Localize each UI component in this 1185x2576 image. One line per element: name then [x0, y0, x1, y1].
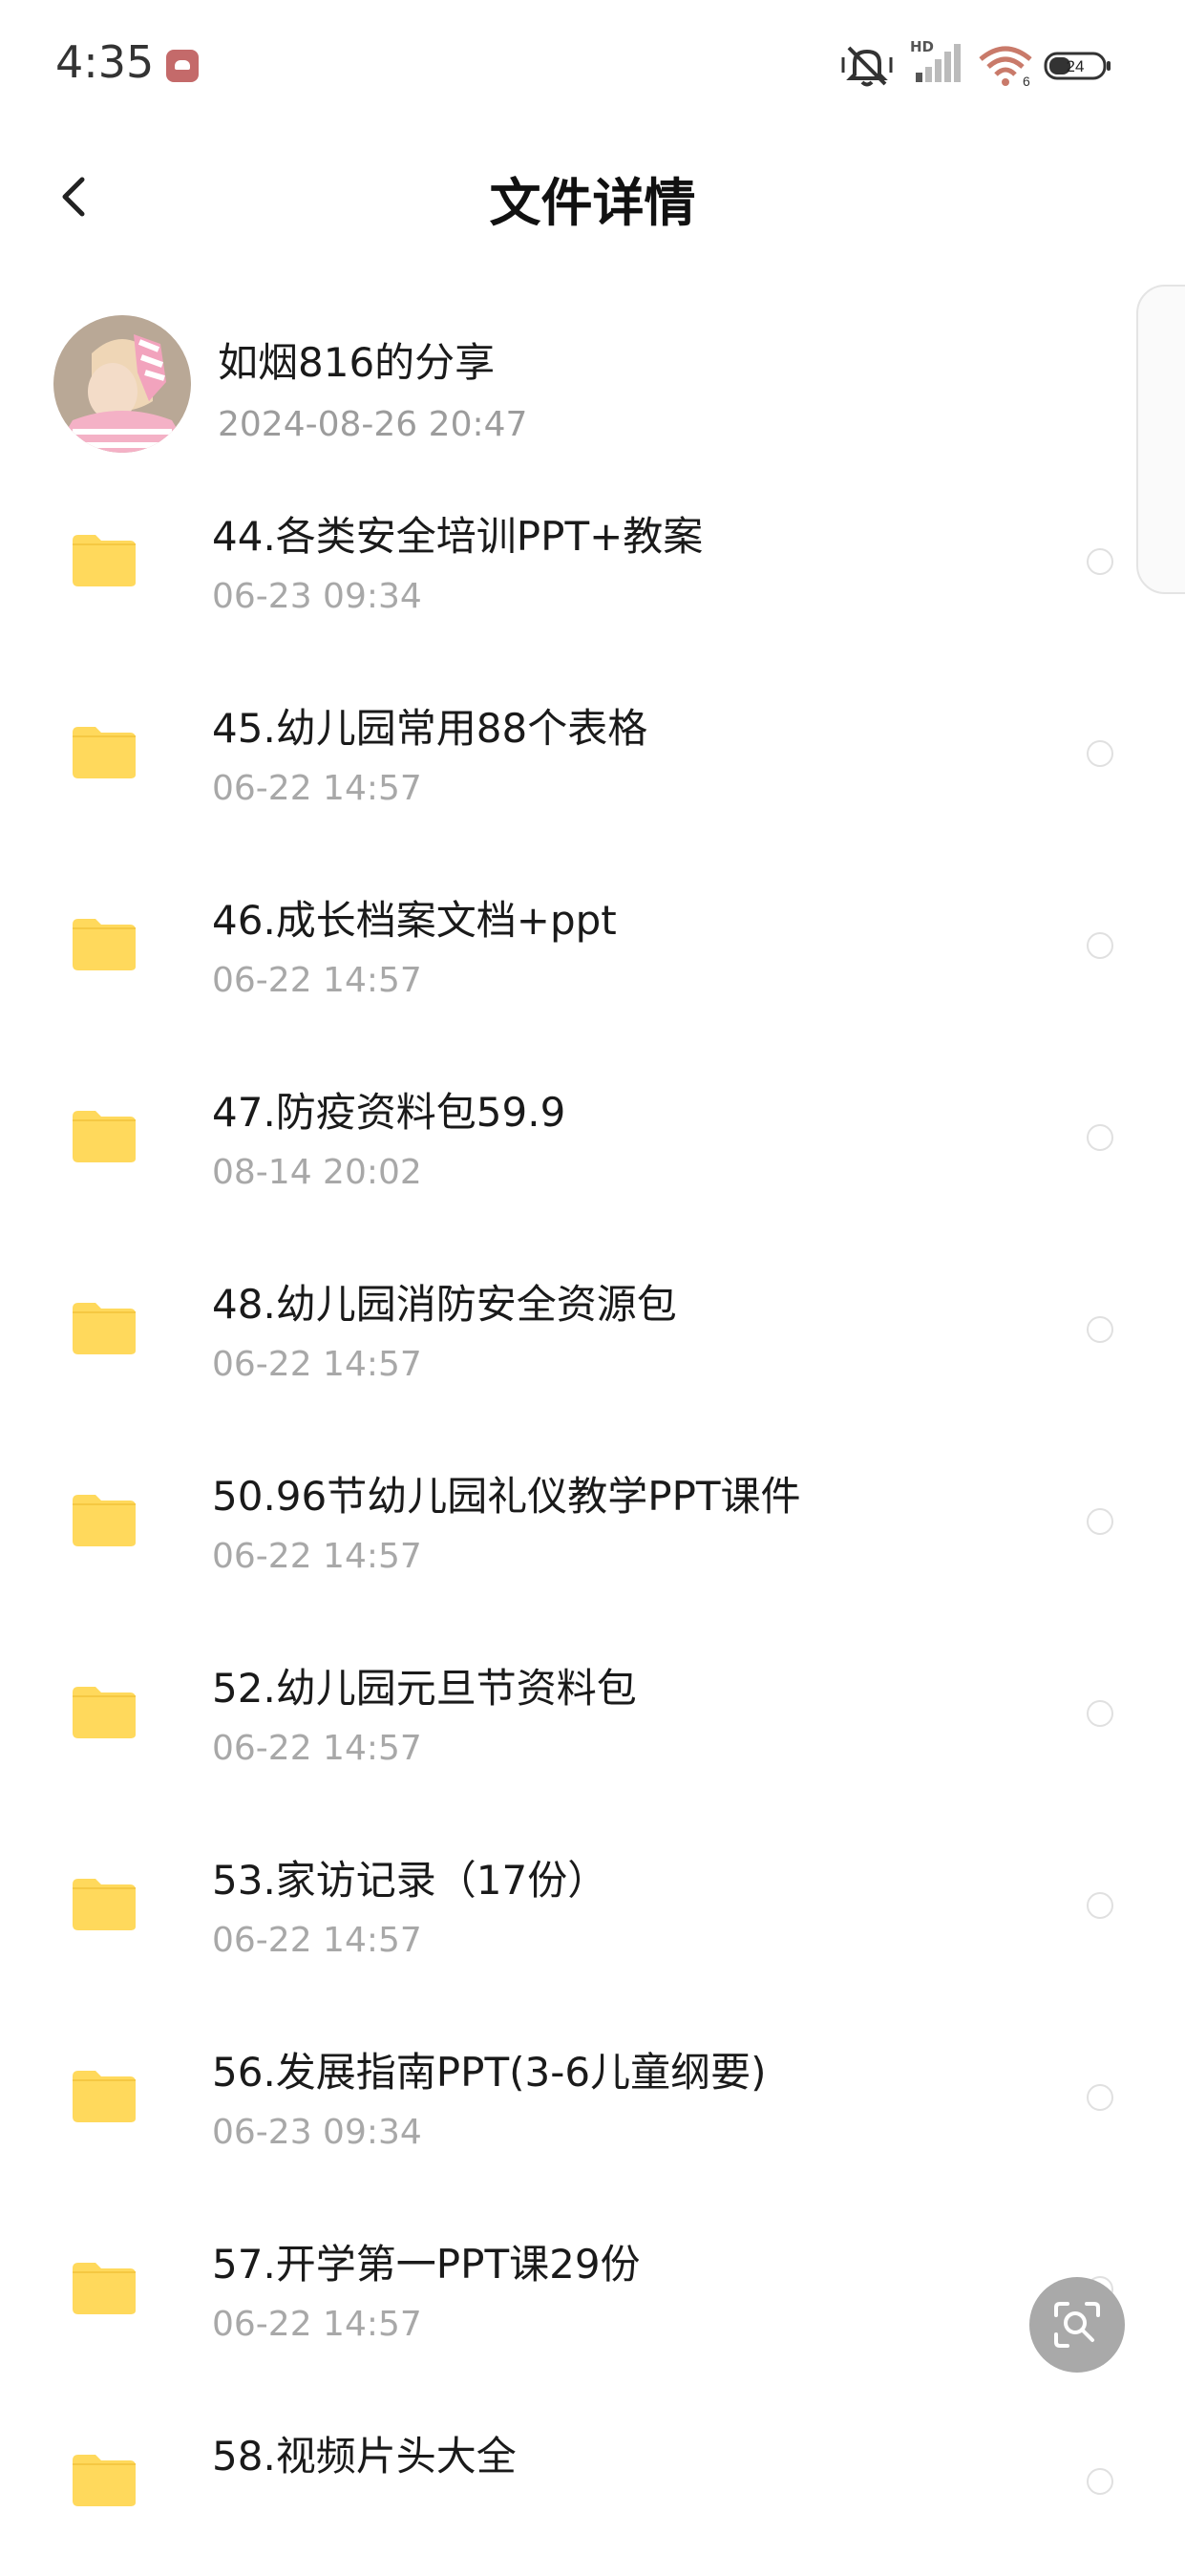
folder-icon [73, 1879, 136, 1930]
battery-icon: 24 [1044, 52, 1111, 80]
avatar-image [53, 315, 191, 453]
file-list: 44.各类安全培训PPT+教案 06-23 09:34 45.幼儿园常用88个表… [0, 464, 1185, 2576]
select-radio[interactable] [1087, 2468, 1113, 2495]
select-radio[interactable] [1087, 740, 1113, 767]
status-time: 4:35 [55, 36, 155, 88]
list-item[interactable]: 50.96节幼儿园礼仪教学PPT课件 06-22 14:57 [0, 1424, 1185, 1616]
file-date: 06-22 14:57 [212, 1345, 422, 1384]
list-item[interactable]: 47.防疫资料包59.9 08-14 20:02 [0, 1040, 1185, 1232]
file-name: 57.开学第一PPT课29份 [212, 2241, 641, 2288]
file-date: 06-22 14:57 [212, 1537, 422, 1576]
share-date: 2024-08-26 20:47 [218, 405, 528, 444]
floating-search-button[interactable] [1029, 2277, 1125, 2373]
folder-icon [73, 2071, 136, 2122]
file-name: 47.防疫资料包59.9 [212, 1089, 566, 1136]
file-date: 06-22 14:57 [212, 2305, 422, 2344]
list-item[interactable]: 45.幼儿园常用88个表格 06-22 14:57 [0, 656, 1185, 848]
list-item[interactable]: 53.家访记录（17份） 06-22 14:57 [0, 1808, 1185, 2000]
vibrate-mute-icon [841, 46, 893, 87]
list-item[interactable]: 58.视频片头大全 [0, 2384, 1185, 2576]
select-radio[interactable] [1087, 1124, 1113, 1151]
file-name: 45.幼儿园常用88个表格 [212, 705, 648, 752]
select-radio[interactable] [1087, 2084, 1113, 2111]
list-item[interactable]: 57.开学第一PPT课29份 06-22 14:57 [0, 2192, 1185, 2384]
file-name: 53.家访记录（17份） [212, 1857, 608, 1904]
app-header: 文件详情 [0, 134, 1185, 258]
status-bar: 4:35 HD 6 24 [0, 0, 1185, 134]
file-name: 44.各类安全培训PPT+教案 [212, 513, 704, 560]
file-name: 46.成长档案文档+ppt [212, 897, 617, 944]
select-radio[interactable] [1087, 1316, 1113, 1343]
list-item[interactable]: 52.幼儿园元旦节资料包 06-22 14:57 [0, 1616, 1185, 1808]
list-item[interactable]: 48.幼儿园消防安全资源包 06-22 14:57 [0, 1232, 1185, 1424]
cell-signal-icon [916, 44, 961, 82]
avatar[interactable] [53, 315, 191, 453]
folder-icon [73, 535, 136, 586]
list-item[interactable]: 44.各类安全培训PPT+教案 06-23 09:34 [0, 464, 1185, 656]
select-radio[interactable] [1087, 548, 1113, 575]
page-title: 文件详情 [489, 173, 696, 233]
wifi-badge-text: 6 [1023, 74, 1030, 88]
select-radio[interactable] [1087, 1508, 1113, 1535]
file-date: 06-22 14:57 [212, 769, 422, 808]
file-name: 58.视频片头大全 [212, 2433, 517, 2480]
folder-icon [73, 919, 136, 970]
share-owner-name: 如烟816的分享 [218, 339, 496, 386]
folder-icon [73, 727, 136, 778]
notification-app-icon [166, 50, 199, 82]
file-name: 56.发展指南PPT(3-6儿童纲要) [212, 2049, 767, 2096]
file-date: 06-22 14:57 [212, 961, 422, 1000]
scan-search-icon [1054, 2302, 1100, 2348]
file-name: 50.96节幼儿园礼仪教学PPT课件 [212, 1473, 801, 1520]
file-date: 06-23 09:34 [212, 577, 422, 616]
folder-icon [73, 2263, 136, 2314]
status-icons: HD 6 24 [841, 38, 1128, 96]
select-radio[interactable] [1087, 932, 1113, 959]
list-item[interactable]: 46.成长档案文档+ppt 06-22 14:57 [0, 848, 1185, 1040]
file-name: 52.幼儿园元旦节资料包 [212, 1665, 637, 1712]
select-radio[interactable] [1087, 1892, 1113, 1919]
list-item[interactable]: 56.发展指南PPT(3-6儿童纲要) 06-23 09:34 [0, 2000, 1185, 2192]
file-date: 08-14 20:02 [212, 1153, 422, 1192]
file-date: 06-22 14:57 [212, 1729, 422, 1768]
wifi-icon: 6 [979, 46, 1032, 88]
battery-level-text: 24 [1067, 57, 1085, 75]
file-name: 48.幼儿园消防安全资源包 [212, 1281, 677, 1328]
folder-icon [73, 1303, 136, 1354]
folder-icon [73, 1111, 136, 1162]
file-date: 06-22 14:57 [212, 1921, 422, 1960]
folder-icon [73, 1687, 136, 1738]
folder-icon [73, 2455, 136, 2506]
file-date: 06-23 09:34 [212, 2113, 422, 2152]
select-radio[interactable] [1087, 1700, 1113, 1727]
folder-icon [73, 1495, 136, 1546]
